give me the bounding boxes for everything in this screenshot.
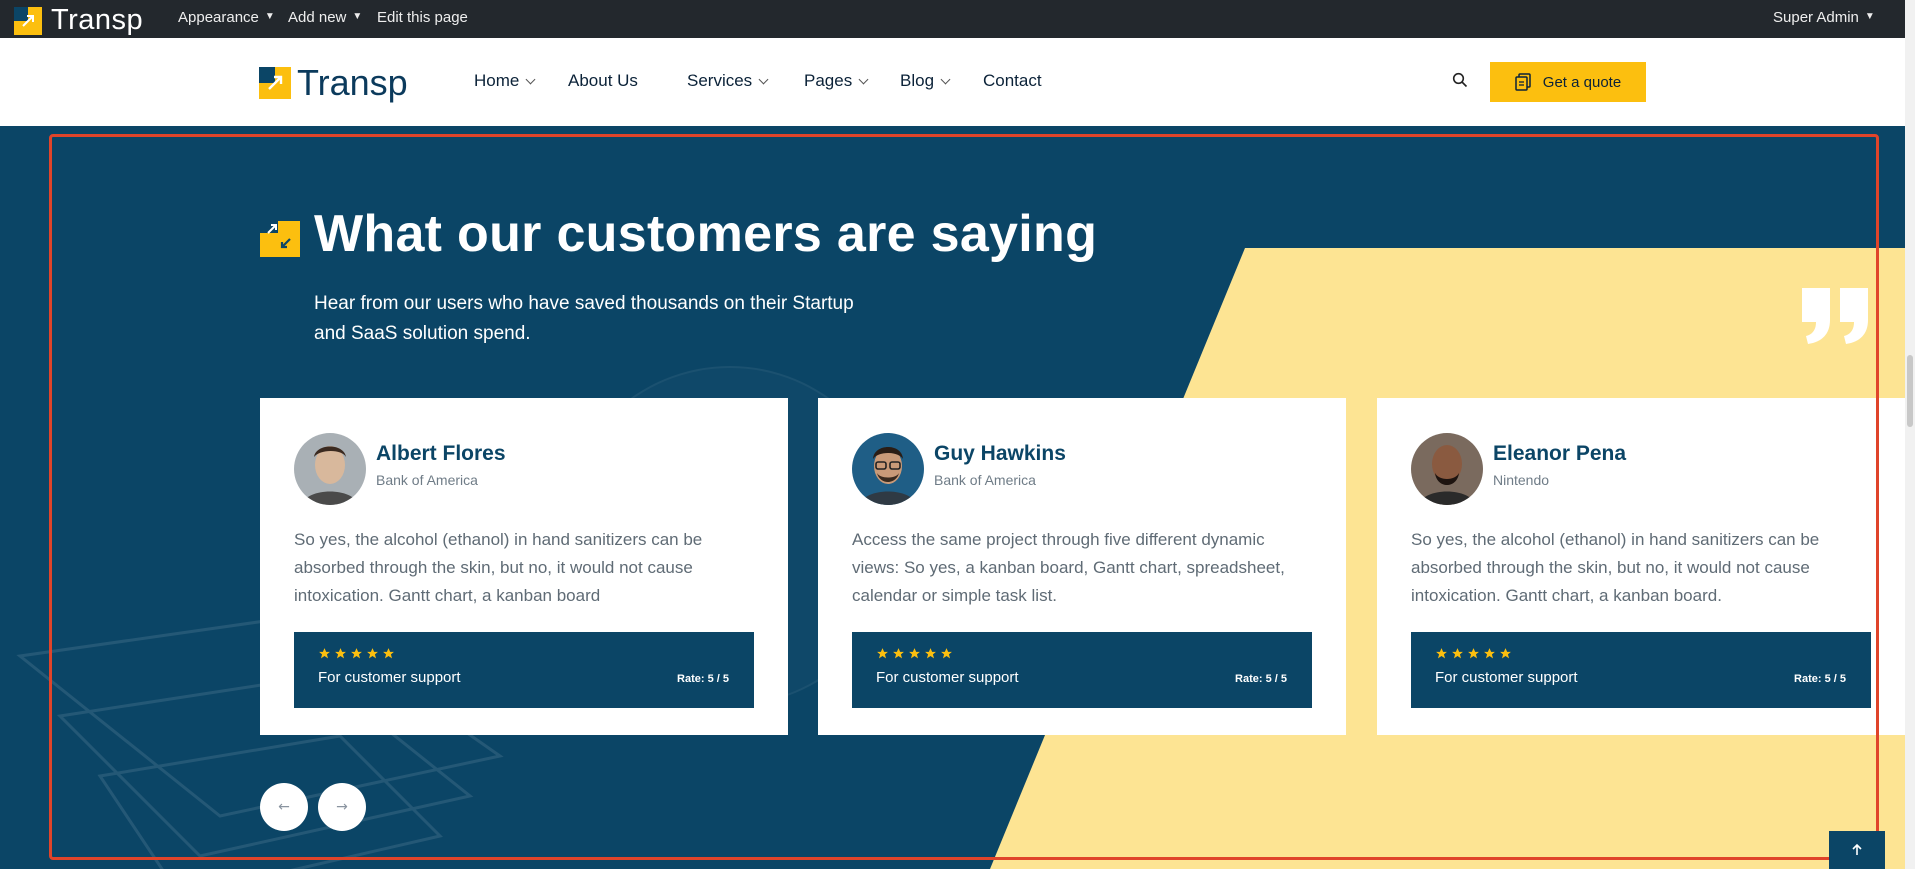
testimonial-card: Albert Flores Bank of America So yes, th… <box>260 398 788 735</box>
avatar-image <box>852 433 924 505</box>
site-logo-icon <box>14 6 42 35</box>
scrollbar-thumb[interactable] <box>1907 355 1913 427</box>
rating-label: Rate: 5 / 5 <box>1794 673 1846 685</box>
avatar-image <box>294 433 366 505</box>
reviewer-company: Bank of America <box>376 472 478 488</box>
star-icon <box>877 648 888 659</box>
caret-down-icon: ▼ <box>352 11 363 22</box>
reviewer-name: Eleanor Pena <box>1493 442 1627 465</box>
admin-bar-user-menu[interactable]: Super Admin ▼ <box>1773 9 1875 26</box>
admin-bar-edit-page-label: Edit this page <box>377 9 468 26</box>
testimonials-section: What our customers are saying Hear from … <box>0 126 1905 869</box>
star-rating <box>876 647 953 660</box>
search-icon[interactable] <box>1452 72 1468 88</box>
quote-mark-icon <box>1802 288 1868 344</box>
document-icon <box>1515 73 1531 91</box>
nav-item-services[interactable]: Services <box>687 71 769 91</box>
get-a-quote-label: Get a quote <box>1542 73 1622 91</box>
rating-category: For customer support <box>318 669 461 686</box>
slider-next-button[interactable]: → <box>318 783 366 831</box>
star-icon <box>1500 648 1511 659</box>
get-a-quote-button[interactable]: Get a quote <box>1490 62 1646 102</box>
rating-category: For customer support <box>876 669 1019 686</box>
nav-item-blog[interactable]: Blog <box>900 71 951 91</box>
section-title: What our customers are saying <box>314 205 1098 263</box>
section-title-icon <box>260 221 300 257</box>
brand-logo[interactable]: Transp <box>259 62 408 104</box>
admin-bar-add-new[interactable]: Add new ▼ <box>288 9 362 26</box>
nav-item-label: Home <box>474 71 520 90</box>
chevron-down-icon <box>858 74 869 85</box>
nav-item-pages[interactable]: Pages <box>804 71 869 91</box>
rating-label: Rate: 5 / 5 <box>677 673 729 685</box>
nav-item-label: About Us <box>568 71 638 90</box>
arrow-right-icon: → <box>336 799 348 815</box>
rating-box: For customer support Rate: 5 / 5 <box>852 632 1312 708</box>
nav-item-label: Services <box>687 71 753 90</box>
star-icon <box>909 648 920 659</box>
caret-down-icon: ▼ <box>264 11 275 22</box>
testimonial-text: So yes, the alcohol (ethanol) in hand sa… <box>1411 530 1820 605</box>
reviewer-company: Bank of America <box>934 472 1036 488</box>
back-to-top-button[interactable] <box>1829 831 1885 869</box>
star-icon <box>351 648 362 659</box>
testimonial-card: Eleanor Pena Nintendo So yes, the alcoho… <box>1377 398 1905 735</box>
chevron-down-icon <box>525 74 536 85</box>
star-icon <box>1468 648 1479 659</box>
star-icon <box>1436 648 1447 659</box>
testimonial-card: Guy Hawkins Bank of America Access the s… <box>818 398 1346 735</box>
avatar-image <box>1411 433 1483 505</box>
star-icon <box>335 648 346 659</box>
site-header: Transp Home About Us Services Pages Blog… <box>0 38 1905 126</box>
nav-item-contact[interactable]: Contact <box>983 71 1042 91</box>
star-icon <box>925 648 936 659</box>
star-icon <box>941 648 952 659</box>
scrollbar[interactable] <box>1905 0 1915 869</box>
star-icon <box>367 648 378 659</box>
nav-item-home[interactable]: Home <box>474 71 536 91</box>
rating-label: Rate: 5 / 5 <box>1235 673 1287 685</box>
chevron-down-icon <box>940 74 951 85</box>
admin-bar-site-link[interactable]: Transp <box>14 4 143 37</box>
testimonial-text: So yes, the alcohol (ethanol) in hand sa… <box>294 530 703 605</box>
star-icon <box>319 648 330 659</box>
brand-name: Transp <box>297 62 408 103</box>
admin-bar-edit-page[interactable]: Edit this page <box>377 9 468 26</box>
admin-bar: Transp Appearance ▼ Add new ▼ Edit this pa… <box>0 0 1915 38</box>
chevron-down-icon <box>758 74 769 85</box>
avatar <box>294 433 366 505</box>
section-subtitle: Hear from our users who have saved thous… <box>314 293 854 344</box>
slider-prev-button[interactable]: ← <box>260 783 308 831</box>
reviewer-name: Albert Flores <box>376 442 506 465</box>
star-icon <box>383 648 394 659</box>
rating-box: For customer support Rate: 5 / 5 <box>294 632 754 708</box>
star-icon <box>1452 648 1463 659</box>
rating-category: For customer support <box>1435 669 1578 686</box>
star-icon <box>1484 648 1495 659</box>
rating-box: For customer support Rate: 5 / 5 <box>1411 632 1871 708</box>
reviewer-name: Guy Hawkins <box>934 442 1066 465</box>
avatar <box>852 433 924 505</box>
arrow-left-icon: ← <box>278 799 290 815</box>
admin-bar-add-new-label: Add new <box>288 9 347 26</box>
avatar <box>1411 433 1483 505</box>
admin-bar-appearance[interactable]: Appearance ▼ <box>178 9 275 26</box>
reviewer-company: Nintendo <box>1493 472 1550 488</box>
testimonial-text: Access the same project through five dif… <box>852 530 1285 605</box>
star-rating <box>1435 647 1512 660</box>
brand-logo-icon <box>259 67 291 99</box>
star-icon <box>893 648 904 659</box>
arrow-up-icon <box>1852 843 1862 855</box>
star-rating <box>318 647 395 660</box>
nav-item-label: Pages <box>804 71 853 90</box>
caret-down-icon: ▼ <box>1864 11 1875 22</box>
admin-bar-site-name: Transp <box>51 4 144 36</box>
nav-item-about-us[interactable]: About Us <box>568 71 638 91</box>
admin-bar-user-name: Super Admin <box>1773 9 1859 26</box>
nav-item-label: Contact <box>983 71 1042 90</box>
nav-item-label: Blog <box>900 71 935 90</box>
admin-bar-appearance-label: Appearance <box>178 9 259 26</box>
